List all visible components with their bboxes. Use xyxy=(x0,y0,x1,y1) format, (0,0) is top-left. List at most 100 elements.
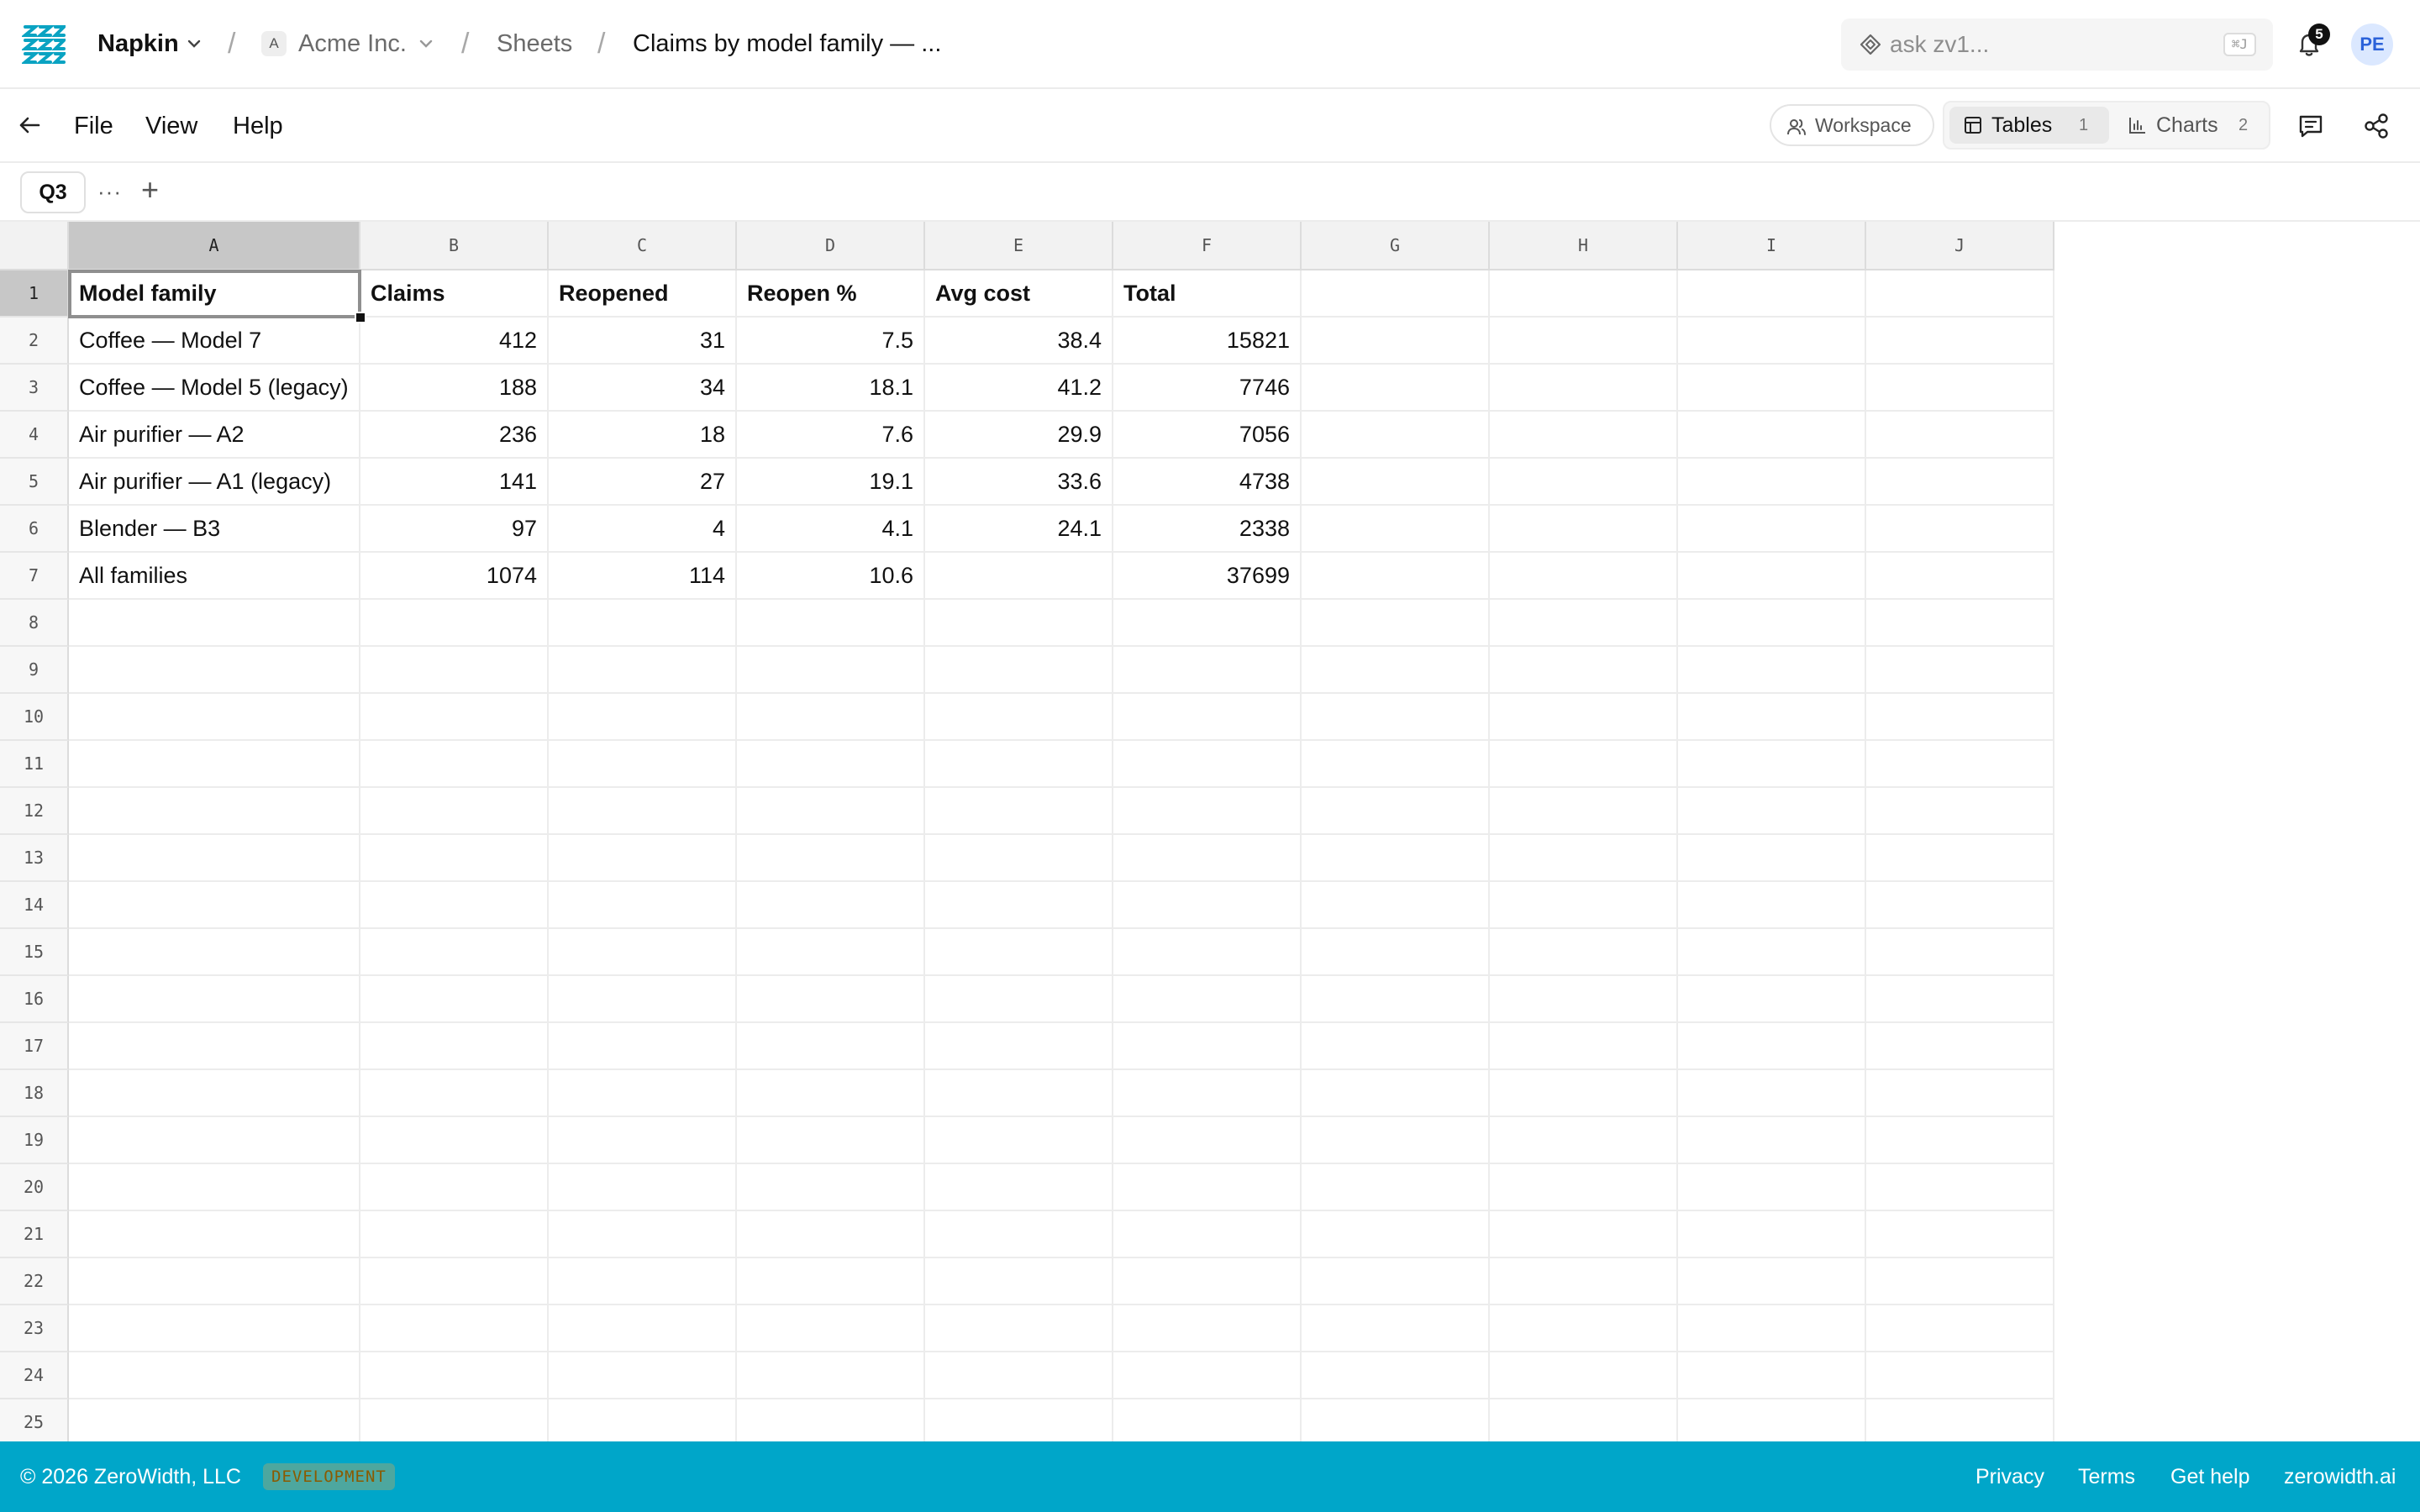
cell[interactable] xyxy=(1113,1070,1302,1117)
cell[interactable] xyxy=(737,1164,925,1211)
cell[interactable] xyxy=(360,1164,549,1211)
cell[interactable] xyxy=(925,1164,1113,1211)
row-header[interactable]: 20 xyxy=(0,1164,69,1211)
cell[interactable]: All families xyxy=(69,553,360,600)
footer-link-zerowidth[interactable]: zerowidth.ai xyxy=(2284,1458,2396,1495)
cell[interactable] xyxy=(1866,976,2054,1023)
cell[interactable]: 1074 xyxy=(360,553,549,600)
cell[interactable] xyxy=(69,694,360,741)
cell[interactable]: 38.4 xyxy=(925,318,1113,365)
cell[interactable] xyxy=(360,976,549,1023)
chevron-down-icon[interactable] xyxy=(185,34,203,53)
cell[interactable] xyxy=(69,835,360,882)
cell[interactable] xyxy=(1113,1211,1302,1258)
cell[interactable] xyxy=(925,1258,1113,1305)
row-header[interactable]: 21 xyxy=(0,1211,69,1258)
cell[interactable] xyxy=(1113,1164,1302,1211)
cell[interactable] xyxy=(1678,1117,1866,1164)
cell[interactable]: 27 xyxy=(549,459,737,506)
org-switcher[interactable]: Acme Inc. xyxy=(298,25,407,62)
cell[interactable] xyxy=(925,1211,1113,1258)
cell[interactable] xyxy=(360,1023,549,1070)
cell[interactable] xyxy=(1113,976,1302,1023)
cell[interactable] xyxy=(737,741,925,788)
row-header[interactable]: 8 xyxy=(0,600,69,647)
cell[interactable] xyxy=(1678,1164,1866,1211)
cell[interactable] xyxy=(1866,1258,2054,1305)
fill-handle[interactable] xyxy=(355,312,366,323)
cell[interactable] xyxy=(549,741,737,788)
cell[interactable] xyxy=(1302,741,1490,788)
column-header[interactable]: I xyxy=(1678,222,1866,270)
cell[interactable] xyxy=(549,1023,737,1070)
cell[interactable]: 33.6 xyxy=(925,459,1113,506)
cell[interactable] xyxy=(925,600,1113,647)
cell[interactable] xyxy=(549,788,737,835)
cell[interactable]: 37699 xyxy=(1113,553,1302,600)
cell[interactable] xyxy=(549,600,737,647)
row-header[interactable]: 17 xyxy=(0,1023,69,1070)
cell[interactable]: 4738 xyxy=(1113,459,1302,506)
cell[interactable] xyxy=(549,976,737,1023)
cell[interactable]: 15821 xyxy=(1113,318,1302,365)
cell[interactable] xyxy=(1302,647,1490,694)
cell[interactable] xyxy=(925,976,1113,1023)
cell[interactable] xyxy=(737,1070,925,1117)
row-header[interactable]: 19 xyxy=(0,1117,69,1164)
cell[interactable] xyxy=(360,929,549,976)
cell[interactable] xyxy=(737,1305,925,1352)
cell[interactable] xyxy=(1866,835,2054,882)
cell[interactable] xyxy=(925,882,1113,929)
row-header[interactable]: 11 xyxy=(0,741,69,788)
cell[interactable] xyxy=(737,1399,925,1446)
cell[interactable] xyxy=(69,1305,360,1352)
cell[interactable] xyxy=(1866,1023,2054,1070)
row-header[interactable]: 23 xyxy=(0,1305,69,1352)
cell[interactable] xyxy=(1302,1164,1490,1211)
row-header[interactable]: 3 xyxy=(0,365,69,412)
cell[interactable]: 7056 xyxy=(1113,412,1302,459)
cell[interactable] xyxy=(1302,553,1490,600)
cell[interactable] xyxy=(1678,365,1866,412)
cell[interactable] xyxy=(1113,1305,1302,1352)
cell[interactable] xyxy=(1866,647,2054,694)
cell[interactable] xyxy=(1490,1070,1678,1117)
cell[interactable] xyxy=(925,788,1113,835)
cell[interactable] xyxy=(1490,929,1678,976)
cell[interactable] xyxy=(1302,1211,1490,1258)
row-header[interactable]: 10 xyxy=(0,694,69,741)
cell[interactable]: 18.1 xyxy=(737,365,925,412)
cell[interactable] xyxy=(1302,1305,1490,1352)
cell[interactable] xyxy=(360,1211,549,1258)
cell[interactable]: Blender — B3 xyxy=(69,506,360,553)
cell[interactable] xyxy=(1866,788,2054,835)
cell[interactable] xyxy=(549,1352,737,1399)
cell[interactable]: Air purifier — A1 (legacy) xyxy=(69,459,360,506)
cell[interactable] xyxy=(1490,553,1678,600)
cell[interactable] xyxy=(1490,318,1678,365)
cell[interactable] xyxy=(1302,1399,1490,1446)
cell[interactable] xyxy=(1678,600,1866,647)
row-header[interactable]: 9 xyxy=(0,647,69,694)
cell[interactable] xyxy=(737,1117,925,1164)
cell[interactable]: 188 xyxy=(360,365,549,412)
cell[interactable] xyxy=(1678,1070,1866,1117)
cell[interactable]: 18 xyxy=(549,412,737,459)
document-title[interactable]: Claims by model family — ... xyxy=(633,25,941,62)
cell[interactable] xyxy=(1678,929,1866,976)
cell[interactable] xyxy=(1302,459,1490,506)
cell[interactable] xyxy=(1302,1352,1490,1399)
cell[interactable]: 31 xyxy=(549,318,737,365)
cell[interactable] xyxy=(1113,694,1302,741)
menu-view[interactable]: View xyxy=(145,108,197,144)
cell[interactable] xyxy=(1490,365,1678,412)
row-header[interactable]: 2 xyxy=(0,318,69,365)
more-options-icon[interactable]: ··· xyxy=(97,173,122,210)
cell[interactable] xyxy=(360,600,549,647)
cell[interactable] xyxy=(69,1117,360,1164)
column-header[interactable]: J xyxy=(1866,222,2054,270)
cell[interactable]: 4.1 xyxy=(737,506,925,553)
cell[interactable] xyxy=(925,647,1113,694)
cell[interactable] xyxy=(1490,412,1678,459)
cell[interactable] xyxy=(1678,459,1866,506)
